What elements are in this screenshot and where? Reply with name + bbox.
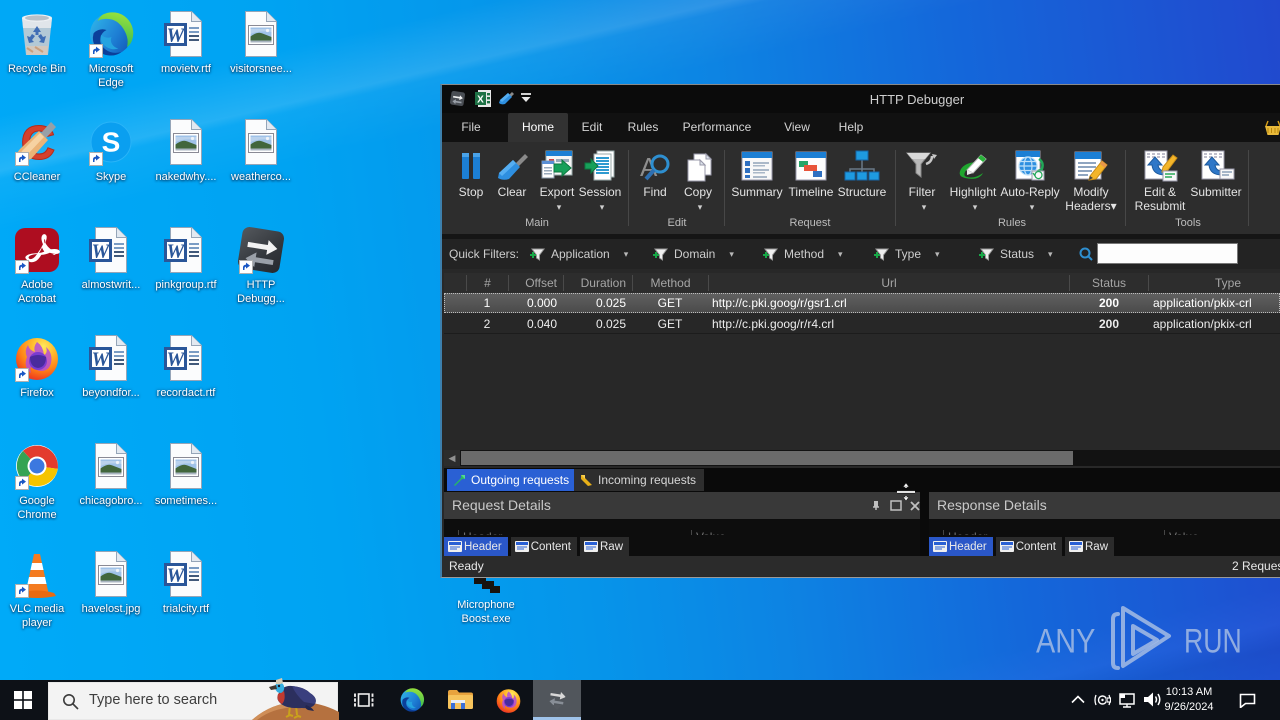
svg-text:S: S — [102, 127, 121, 158]
